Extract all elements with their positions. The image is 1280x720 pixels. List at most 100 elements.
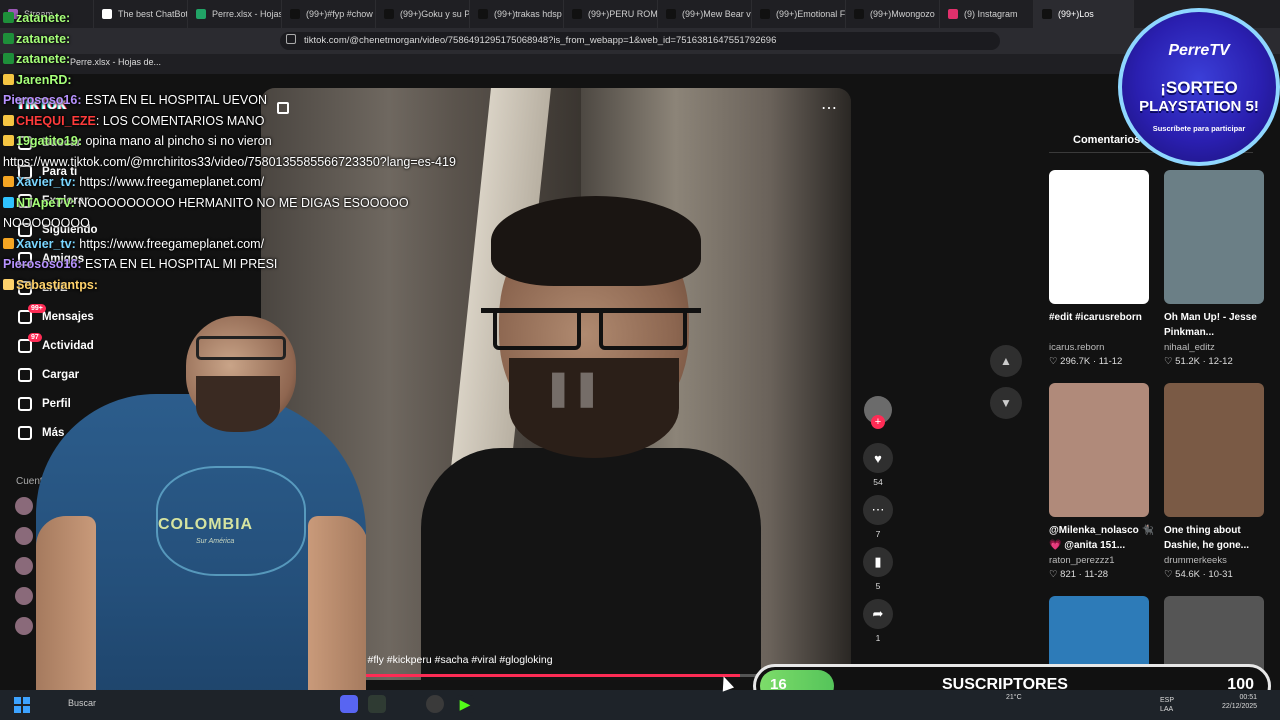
avatar[interactable] (15, 557, 33, 575)
video-thumbnail[interactable] (1049, 170, 1149, 304)
clock-date: 22/12/2025 (1222, 703, 1258, 710)
lang-secondary: LAA (1160, 706, 1174, 713)
video-thumbnail[interactable] (1049, 383, 1149, 517)
video-author[interactable]: icarus.reborn (1049, 342, 1104, 353)
shirt-text: COLOMBIA (158, 516, 254, 533)
bookmark-save-icon[interactable]: ▮ (863, 547, 893, 577)
giveaway-brand: PerreTV (1168, 42, 1230, 59)
giveaway-title: ¡SORTEO (1160, 78, 1238, 97)
share-action[interactable]: ➦ 1 (863, 599, 893, 643)
video-stats-text: 296.7K · 11-12 (1060, 356, 1123, 367)
giveaway-subtitle: Suscríbete para participar (1152, 124, 1246, 133)
chat-badge-icon (3, 196, 14, 208)
chat-username: NTApeTV: (16, 195, 75, 210)
chat-username: zatanete: (16, 52, 71, 66)
taskbar-search[interactable]: Buscar (68, 698, 96, 708)
pause-icon[interactable]: ❚❚ (544, 368, 601, 408)
video-title[interactable]: #edit #icarusreborn (1049, 310, 1155, 325)
discord-icon[interactable] (340, 695, 358, 713)
video-author[interactable]: nihaal_editz (1164, 342, 1215, 353)
giveaway-badge: PerreTV ¡SORTEO PLAYSTATION 5! Suscríbet… (1118, 8, 1280, 166)
chat-message: NTApeTV: NOOOOOOOOO HERMANITO NO ME DIGA… (3, 196, 409, 210)
browser-tab[interactable]: (99+)PERU ROM (564, 0, 658, 28)
screen: Stream - The best ChatBot Perre.xlsx - Ho… (0, 0, 1280, 720)
comment-action[interactable]: ⋯ 7 (863, 495, 893, 539)
video-thumbnail[interactable] (1164, 383, 1264, 517)
browser-tab-active[interactable]: (99+)Los (1034, 0, 1134, 28)
comment-icon[interactable]: ⋯ (863, 495, 893, 525)
chat-badge-icon (3, 12, 14, 23)
video-author[interactable]: drummerkeeks (1164, 555, 1227, 566)
kick-icon[interactable]: ▶ (456, 695, 474, 713)
upload-icon (18, 368, 32, 382)
chevron-down-icon[interactable]: ▼ (990, 387, 1022, 419)
video-title[interactable]: One thing about Dashie, he gone... (1164, 523, 1270, 553)
video-stats: ♡ 54.6K · 10-31 (1164, 569, 1233, 580)
tab-favicon-icon (572, 9, 582, 19)
chat-message: Xavier_tv: https://www.freegameplanet.co… (3, 175, 264, 189)
chat-badge-icon (3, 73, 14, 85)
like-count: 54 (873, 477, 883, 487)
video-thumbnail[interactable] (1164, 170, 1264, 304)
giveaway-prize: PLAYSTATION 5! (1139, 98, 1259, 115)
chat-username: Xavier_tv: (16, 236, 76, 251)
avatar[interactable] (15, 527, 33, 545)
windows-start-icon[interactable] (14, 697, 30, 713)
video-title[interactable]: @Milenka_nolasco 🐈‍⬛💗 @anita 151... (1049, 523, 1155, 553)
chat-message: Xavier_tv: https://www.freegameplanet.co… (3, 237, 264, 251)
like-action[interactable]: ♥ 54 (863, 443, 893, 487)
video-stats-text: 54.6K · 10-31 (1175, 569, 1233, 580)
chat-message: https://www.tiktok.com/@mrchiritos33/vid… (3, 155, 456, 169)
chat-text: https://www.tiktok.com/@mrchiritos33/vid… (3, 154, 456, 169)
chat-badge-icon (3, 237, 14, 249)
heart-outline-icon: ♡ (1049, 569, 1061, 580)
weather-widget[interactable]: 21°C (1006, 693, 1022, 702)
chat-text: ESTA EN EL HOSPITAL MI PRESI (81, 257, 278, 271)
video-author[interactable]: raton_perezzz1 (1049, 555, 1114, 566)
chat-username: Pierososo16: (3, 93, 82, 107)
browser-tab[interactable]: (99+)Emotional F (752, 0, 846, 28)
chat-username: zatanete: (16, 31, 71, 46)
heart-outline-icon: ♡ (1164, 356, 1176, 367)
tab-label: (99+)Mwongozo (870, 9, 935, 19)
avatar[interactable] (15, 617, 33, 635)
shirt-subtext: Sur América (196, 538, 235, 545)
chat-username: zatanete: (16, 11, 71, 25)
chat-username: Xavier_tv: (16, 175, 76, 189)
chat-badge-icon (3, 135, 14, 146)
chevron-up-icon[interactable]: ▲ (990, 345, 1022, 377)
video-person-torso (421, 448, 761, 680)
browser-tab[interactable]: (99+)Mwongozo (846, 0, 940, 28)
browser-tab[interactable]: (9) Instagram (940, 0, 1034, 28)
tab-favicon-icon (666, 9, 676, 19)
heart-outline-icon: ♡ (1164, 569, 1176, 580)
video-person-hair (491, 196, 701, 286)
avatar[interactable] (15, 497, 33, 515)
share-count: 1 (875, 633, 881, 643)
heart-icon[interactable]: ♥ (863, 443, 893, 473)
chat-message: NOOOOOOOO (3, 216, 90, 230)
share-arrow-icon[interactable]: ➦ (863, 599, 893, 629)
chat-username: Pierososo16: (3, 257, 82, 271)
follow-plus-icon[interactable]: + (871, 415, 885, 429)
save-action[interactable]: ▮ 5 (863, 547, 893, 591)
obs-icon[interactable] (426, 695, 444, 713)
webcam-glasses (196, 336, 286, 360)
more-options-icon[interactable]: ⋯ (821, 98, 837, 118)
app-icon[interactable] (368, 695, 386, 713)
taskbar-clock[interactable]: 00:51 22/12/2025 (1222, 693, 1257, 711)
language-indicator[interactable]: ESP LAA (1160, 696, 1174, 714)
chat-username: JarenRD: (16, 72, 72, 87)
chat-username: Sebastiantps: (16, 277, 98, 292)
comment-count: 7 (875, 529, 881, 539)
browser-tab[interactable]: (99+)Mew Bear v (658, 0, 752, 28)
tab-comments[interactable]: Comentarios (1073, 134, 1140, 146)
video-title[interactable]: Oh Man Up! - Jesse Pinkman... (1164, 310, 1270, 340)
avatar[interactable] (15, 587, 33, 605)
tab-label: (99+)PERU ROM (588, 9, 658, 19)
chat-text: : LOS COMENTARIOS MANO (95, 113, 265, 128)
activity-icon: 97 (18, 333, 42, 353)
chat-text: opina mano al pincho si no vieron (82, 134, 272, 148)
chat-badge-icon (3, 278, 14, 290)
save-count: 5 (875, 581, 881, 591)
